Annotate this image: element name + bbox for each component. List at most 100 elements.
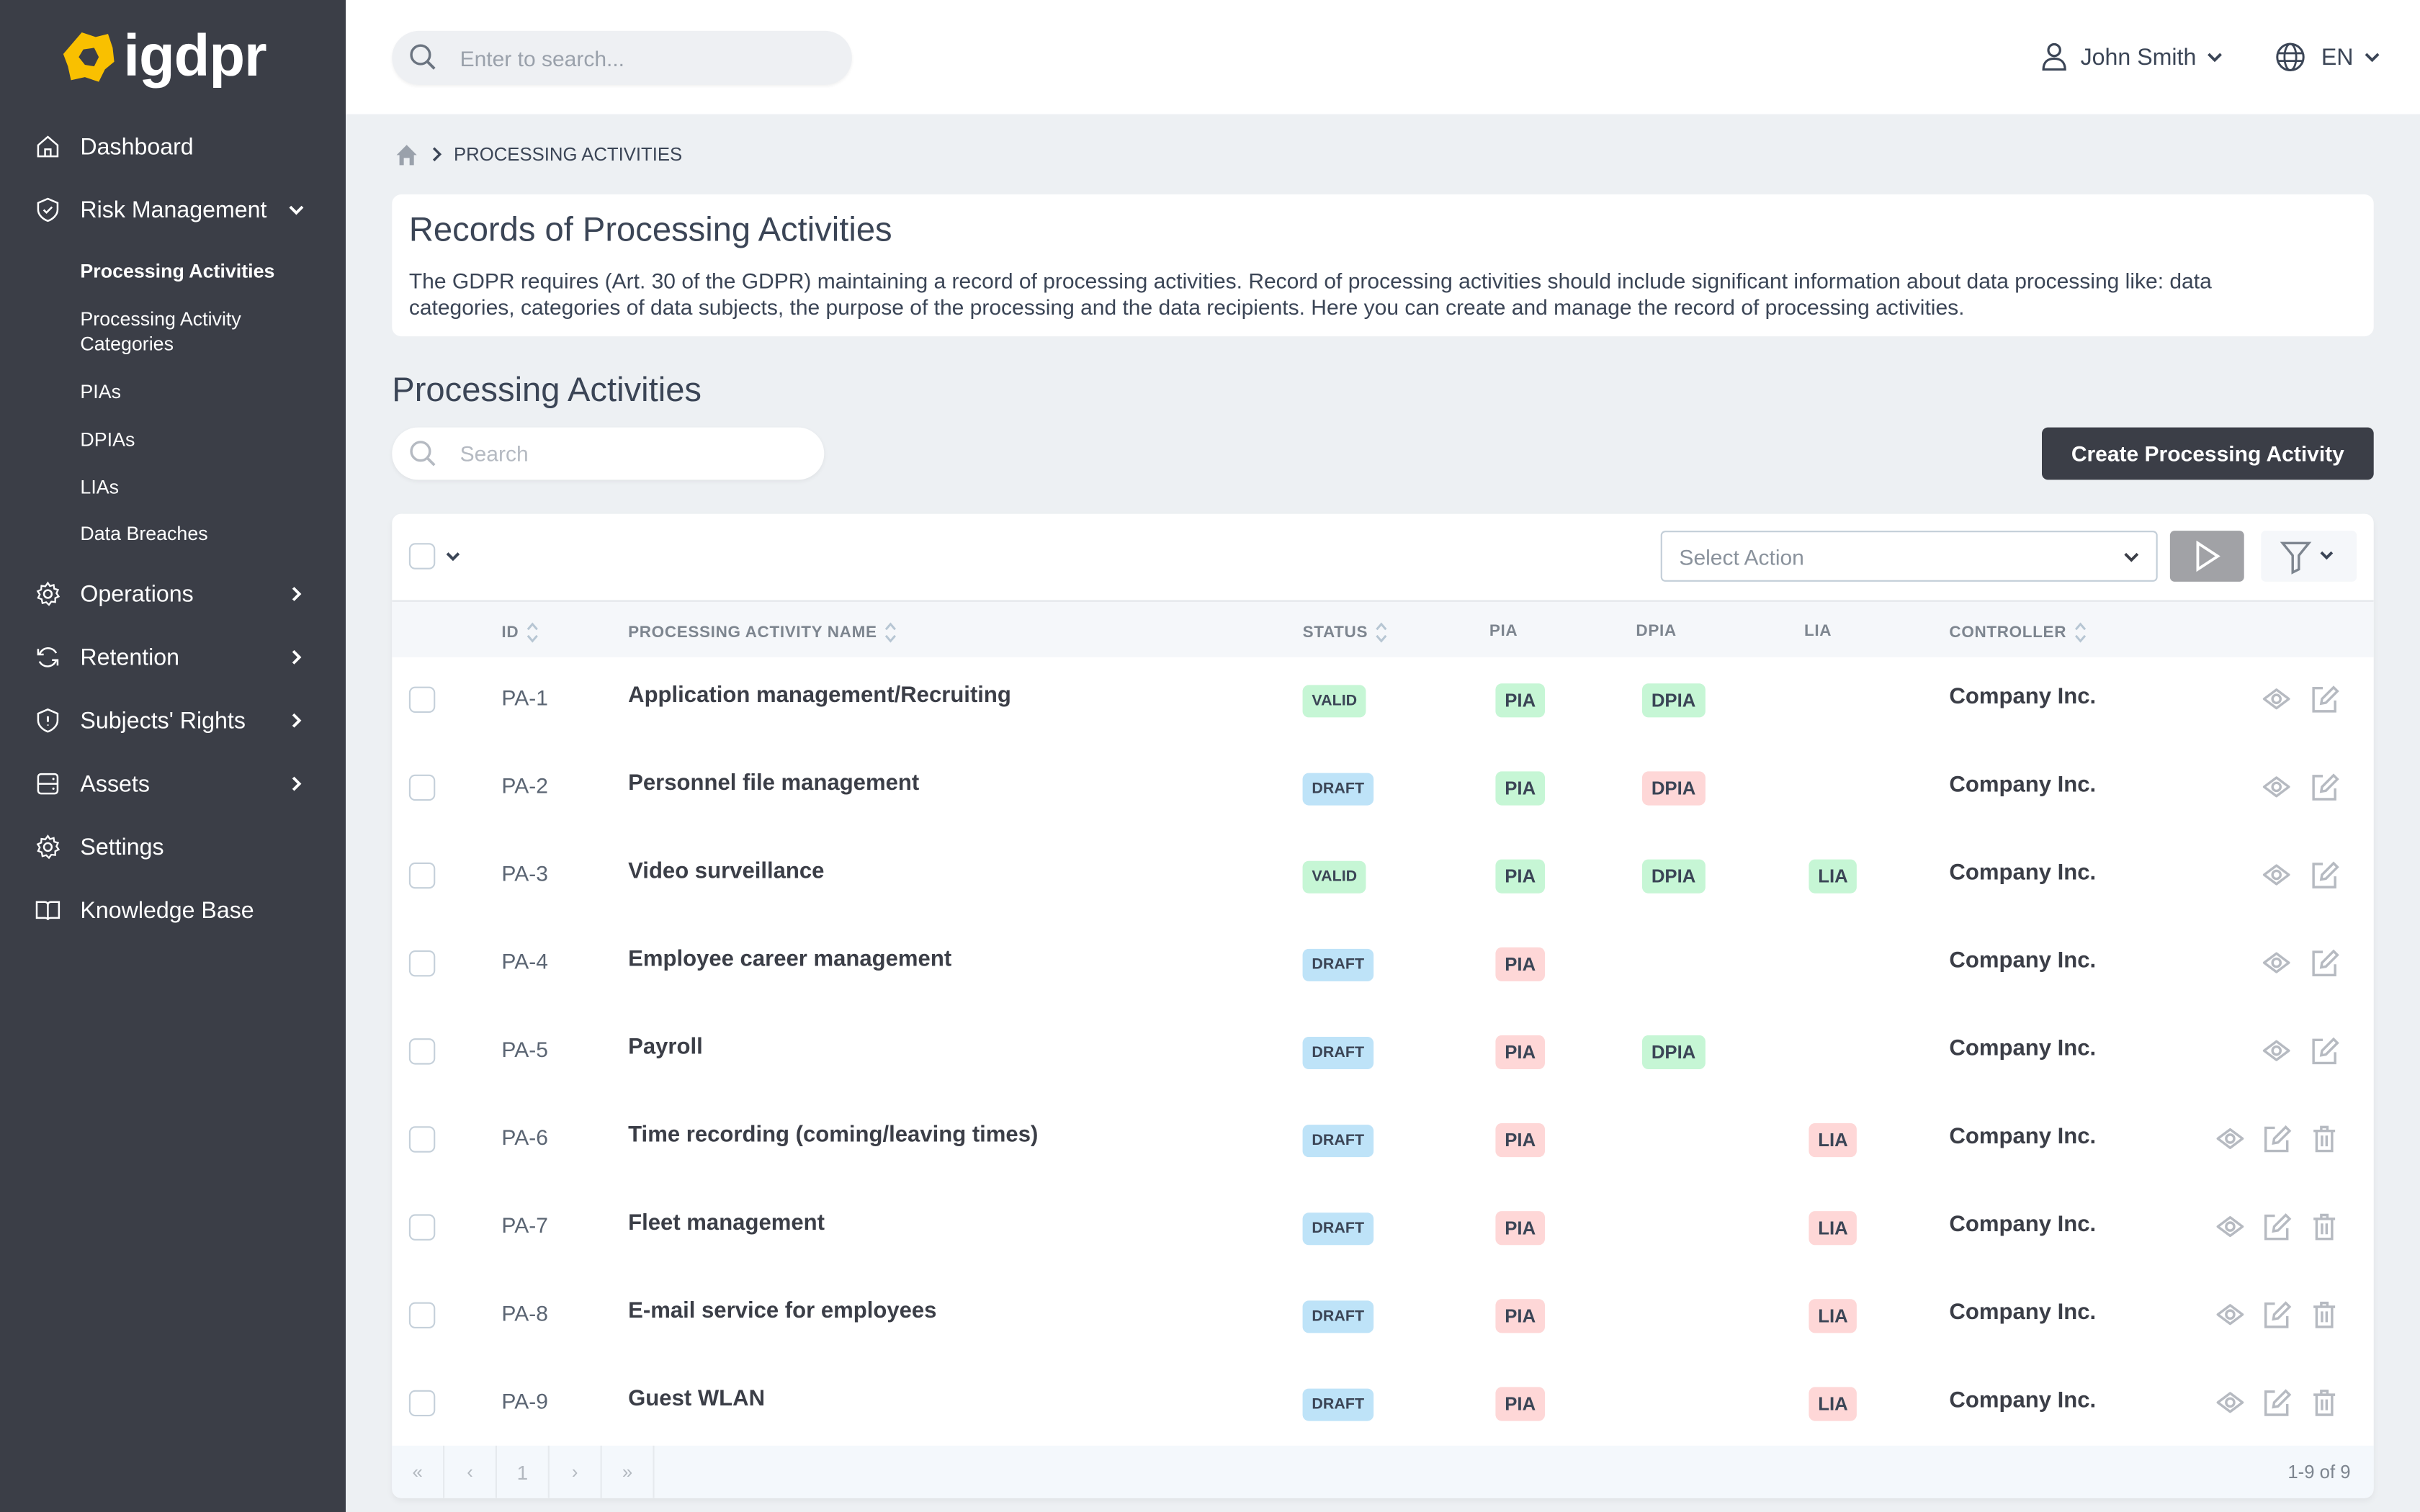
sidebar-subitem-processing-activities[interactable]: Processing Activities	[80, 259, 311, 284]
home-icon[interactable]	[395, 143, 418, 166]
sidebar-item-risk-management[interactable]: Risk Management	[0, 182, 346, 238]
sidebar-item-subjects-rights[interactable]: Subjects' Rights	[0, 693, 346, 748]
cell-name[interactable]: Payroll	[628, 1035, 703, 1060]
cell-name[interactable]: Video surveillance	[628, 860, 824, 884]
create-processing-activity-button[interactable]: Create Processing Activity	[2042, 427, 2374, 480]
prev-page-button[interactable]: ‹	[444, 1445, 497, 1498]
sidebar-item-label: Knowledge Base	[80, 897, 254, 924]
cell-name[interactable]: Employee career management	[628, 948, 951, 972]
filter-button[interactable]	[2261, 531, 2357, 582]
column-header-status[interactable]: STATUS	[1303, 622, 1388, 644]
column-header-name[interactable]: PROCESSING ACTIVITY NAME	[628, 622, 897, 644]
view-icon[interactable]	[2261, 948, 2292, 978]
view-icon[interactable]	[2215, 1299, 2246, 1330]
row-checkbox[interactable]	[408, 774, 436, 801]
view-icon[interactable]	[2261, 860, 2292, 891]
dpia-badge[interactable]: DPIA	[1642, 683, 1706, 718]
chevron-down-icon[interactable]	[444, 548, 462, 565]
edit-icon[interactable]	[2309, 1035, 2340, 1066]
row-checkbox[interactable]	[408, 1302, 436, 1328]
page-1-button[interactable]: 1	[497, 1445, 550, 1498]
sidebar-item-operations[interactable]: Operations	[0, 566, 346, 621]
bulk-action-select[interactable]: Select Action	[1660, 531, 2158, 582]
lia-badge[interactable]: LIA	[1809, 1299, 1857, 1333]
view-icon[interactable]	[2215, 1123, 2246, 1154]
delete-icon[interactable]	[2309, 1211, 2340, 1242]
delete-icon[interactable]	[2309, 1299, 2340, 1330]
pia-badge[interactable]: PIA	[1495, 683, 1546, 718]
sidebar-subitem-lias[interactable]: LIAs	[80, 475, 311, 500]
row-checkbox[interactable]	[408, 950, 436, 977]
cell-name[interactable]: Guest WLAN	[628, 1387, 765, 1411]
first-page-button[interactable]: «	[392, 1445, 445, 1498]
row-checkbox[interactable]	[408, 1038, 436, 1065]
dpia-badge[interactable]: DPIA	[1642, 771, 1706, 806]
dpia-badge[interactable]: DPIA	[1642, 1035, 1706, 1069]
pia-badge[interactable]: PIA	[1495, 1035, 1546, 1069]
column-header-lia: LIA	[1804, 622, 1832, 641]
edit-icon[interactable]	[2261, 1387, 2292, 1418]
row-checkbox[interactable]	[408, 862, 436, 889]
select-all-control[interactable]	[408, 543, 462, 570]
row-checkbox[interactable]	[408, 1390, 436, 1417]
row-checkbox[interactable]	[408, 1214, 436, 1241]
delete-icon[interactable]	[2309, 1123, 2340, 1154]
sidebar-item-dashboard[interactable]: Dashboard	[0, 119, 346, 174]
sidebar-subitem-dpias[interactable]: DPIAs	[80, 428, 311, 452]
view-icon[interactable]	[2261, 1035, 2292, 1066]
dpia-badge[interactable]: DPIA	[1642, 859, 1706, 894]
pia-badge[interactable]: PIA	[1495, 1211, 1546, 1246]
view-icon[interactable]	[2261, 771, 2292, 802]
edit-icon[interactable]	[2309, 771, 2340, 802]
row-checkbox[interactable]	[408, 686, 436, 713]
edit-icon[interactable]	[2261, 1211, 2292, 1242]
delete-icon[interactable]	[2309, 1387, 2340, 1418]
next-page-button[interactable]: ›	[550, 1445, 602, 1498]
pia-badge[interactable]: PIA	[1495, 947, 1546, 981]
cell-id: PA-1	[501, 685, 548, 710]
pia-badge[interactable]: PIA	[1495, 859, 1546, 894]
sidebar-item-label: Retention	[80, 644, 180, 671]
pia-badge[interactable]: PIA	[1495, 1123, 1546, 1158]
row-checkbox[interactable]	[408, 1126, 436, 1153]
column-header-id[interactable]: ID	[501, 622, 539, 644]
view-icon[interactable]	[2215, 1387, 2246, 1418]
run-action-button[interactable]	[2169, 531, 2244, 582]
pia-badge[interactable]: PIA	[1495, 1299, 1546, 1333]
cell-name[interactable]: Personnel file management	[628, 771, 919, 796]
lia-badge[interactable]: LIA	[1809, 859, 1857, 894]
lia-badge[interactable]: LIA	[1809, 1211, 1857, 1246]
cell-name[interactable]: Application management/Recruiting	[628, 683, 1011, 708]
sidebar-subitem-pias[interactable]: PIAs	[80, 379, 311, 404]
sidebar-item-assets[interactable]: Assets	[0, 756, 346, 811]
lia-badge[interactable]: LIA	[1809, 1123, 1857, 1158]
sidebar-item-knowledge-base[interactable]: Knowledge Base	[0, 883, 346, 938]
pia-badge[interactable]: PIA	[1495, 771, 1546, 806]
refresh-icon	[37, 647, 59, 667]
view-icon[interactable]	[2215, 1211, 2246, 1242]
edit-icon[interactable]	[2309, 948, 2340, 978]
global-search-input[interactable]	[457, 44, 834, 72]
cell-name[interactable]: E-mail service for employees	[628, 1299, 936, 1323]
edit-icon[interactable]	[2261, 1299, 2292, 1330]
cell-name[interactable]: Fleet management	[628, 1211, 825, 1236]
sidebar-item-settings[interactable]: Settings	[0, 819, 346, 875]
sidebar-subitem-processing-activity-categories[interactable]: Processing Activity Categories	[80, 307, 311, 356]
list-search-input[interactable]	[457, 439, 803, 468]
user-menu[interactable]: John Smith	[2040, 40, 2224, 74]
cell-name[interactable]: Time recording (coming/leaving times)	[628, 1123, 1038, 1148]
edit-icon[interactable]	[2261, 1123, 2292, 1154]
lia-badge[interactable]: LIA	[1809, 1387, 1857, 1421]
language-menu[interactable]: EN	[2275, 40, 2382, 74]
sidebar-subitem-data-breaches[interactable]: Data Breaches	[80, 521, 311, 546]
edit-icon[interactable]	[2309, 683, 2340, 714]
pia-badge[interactable]: PIA	[1495, 1387, 1546, 1421]
view-icon[interactable]	[2261, 683, 2292, 714]
select-all-checkbox[interactable]	[408, 543, 436, 570]
column-header-controller[interactable]: CONTROLLER	[1949, 622, 2087, 644]
edit-icon[interactable]	[2309, 860, 2340, 891]
sidebar-item-retention[interactable]: Retention	[0, 629, 346, 685]
table-toolbar: Select Action	[392, 514, 2373, 600]
logo[interactable]: igdpr	[62, 24, 267, 89]
last-page-button[interactable]: »	[602, 1445, 655, 1498]
